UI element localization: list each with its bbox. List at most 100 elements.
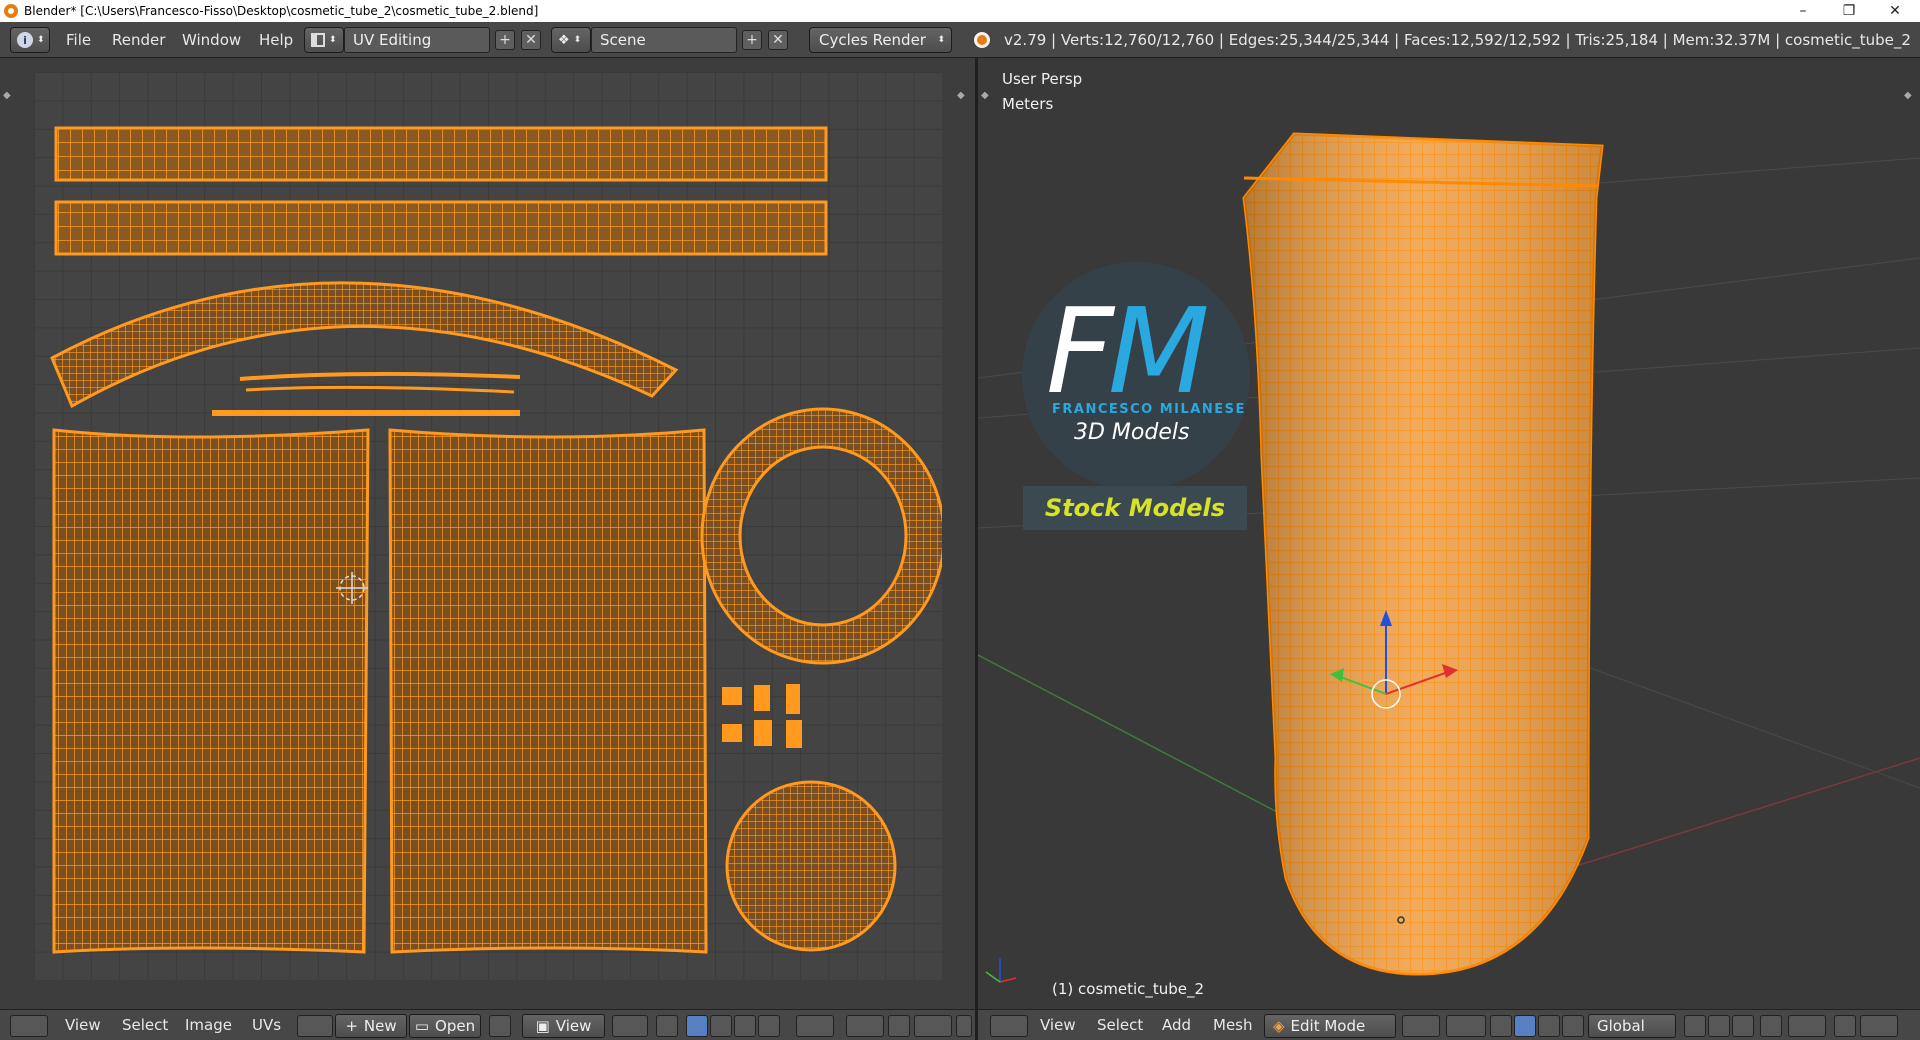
view-label: User Persp	[1002, 70, 1083, 88]
region-toggle-left-icon[interactable]: ◆	[3, 90, 11, 101]
add-scene-button[interactable]: +	[742, 30, 762, 50]
shading-mode-icon[interactable]	[1402, 1015, 1440, 1037]
render-engine-label: Cycles Render	[819, 31, 926, 49]
edit-mode-icon: ◈	[1273, 1017, 1285, 1035]
close-button[interactable]: ✕	[1872, 0, 1918, 22]
uv-image-editor[interactable]: ◆ ◆	[0, 58, 975, 1009]
scene-statistics: v2.79 | Verts:12,760/12,760 | Edges:25,3…	[1004, 31, 1911, 49]
face-select-icon[interactable]	[734, 1015, 756, 1037]
new-image-button[interactable]: + New	[335, 1014, 407, 1038]
remove-screen-button[interactable]: ✕	[521, 30, 541, 50]
viewport-scene	[978, 132, 1920, 983]
folder-icon: ▭	[414, 1017, 430, 1035]
orientation-label: Global	[1597, 1017, 1645, 1035]
x-axis-line	[1537, 757, 1920, 879]
screen-layout-browse[interactable]: ⬍	[304, 27, 344, 53]
region-toggle-left-icon[interactable]: ◆	[981, 90, 989, 101]
snap-element-icon[interactable]	[1860, 1015, 1898, 1037]
chevron-updown-icon: ⬍	[329, 35, 337, 45]
chevron-updown-icon: ⬍	[37, 35, 45, 45]
vertex-select-icon[interactable]	[686, 1015, 708, 1037]
logo-initials: FM	[1046, 282, 1210, 420]
info-icon: i	[17, 32, 33, 48]
vertex-select-mode-icon[interactable]	[1684, 1015, 1706, 1037]
window-title-bar: Blender* [C:\Users\Francesco-Fisso\Deskt…	[0, 0, 1920, 22]
sync-selection-icon[interactable]	[656, 1015, 678, 1037]
vp-menu-add[interactable]: Add	[1162, 1016, 1191, 1034]
plus-icon: +	[345, 1017, 358, 1035]
image-icon: ▣	[535, 1017, 550, 1035]
add-screen-button[interactable]: +	[495, 30, 515, 50]
pivot-point-icon[interactable]	[1446, 1015, 1486, 1037]
overflow-icon[interactable]	[956, 1015, 972, 1037]
vp-menu-mesh[interactable]: Mesh	[1213, 1016, 1253, 1034]
mode-label: Edit Mode	[1290, 1017, 1366, 1035]
vp-menu-select[interactable]: Select	[1097, 1016, 1143, 1034]
region-toggle-right-icon[interactable]: ◆	[1904, 90, 1912, 101]
region-toggle-right-icon[interactable]: ◆	[957, 90, 965, 101]
image-browse-button[interactable]	[297, 1015, 333, 1037]
scale-manipulator-icon[interactable]	[1562, 1015, 1584, 1037]
snap-icon[interactable]	[888, 1015, 910, 1037]
render-engine-dropdown[interactable]: Cycles Render ⬍	[809, 27, 952, 53]
translate-manipulator-icon[interactable]	[1514, 1015, 1536, 1037]
scene-browse[interactable]: ❖ ⬍	[551, 27, 591, 53]
vp-menu-view[interactable]: View	[1040, 1016, 1076, 1034]
editor-type-selector-uv[interactable]	[10, 1015, 48, 1037]
chevron-updown-icon: ⬍	[937, 35, 945, 45]
tube-shading	[1244, 134, 1602, 975]
remove-scene-button[interactable]: ✕	[768, 30, 788, 50]
uv-cap-disc	[725, 780, 897, 952]
pin-icon[interactable]	[489, 1015, 511, 1037]
snap-toggle-icon[interactable]	[1834, 1015, 1856, 1037]
face-select-mode-icon[interactable]	[1732, 1015, 1754, 1037]
editor-type-selector[interactable]: i ⬍	[10, 27, 50, 53]
uv-editor-header: View Select Image UVs + New ▭ Open ▣ View	[0, 1009, 975, 1040]
limit-selection-icon[interactable]	[1760, 1015, 1782, 1037]
maximize-button[interactable]: ❐	[1826, 0, 1872, 22]
menu-help[interactable]: Help	[259, 31, 293, 49]
layout-icon	[311, 33, 325, 47]
view-axis-icon	[985, 958, 1017, 983]
pivot-icon[interactable]	[612, 1015, 648, 1037]
uv-menu-view[interactable]: View	[65, 1016, 101, 1034]
active-object-label: (1) cosmetic_tube_2	[1052, 980, 1205, 998]
scene-field[interactable]: Scene	[591, 27, 737, 53]
island-select-icon[interactable]	[758, 1015, 780, 1037]
menu-render[interactable]: Render	[112, 31, 165, 49]
uv-piece-4	[722, 724, 742, 742]
window-title: Blender* [C:\Users\Francesco-Fisso\Deskt…	[24, 4, 539, 18]
proportional-editing-icon[interactable]	[1788, 1015, 1826, 1037]
blender-icon	[4, 4, 18, 18]
logo-tagline: 3D Models	[1074, 420, 1190, 445]
uv-islands	[50, 126, 946, 954]
units-label: Meters	[1002, 95, 1054, 113]
uv-menu-select[interactable]: Select	[122, 1016, 168, 1034]
uv-ring	[702, 409, 944, 663]
menu-file[interactable]: File	[66, 31, 91, 49]
uv-piece-2	[754, 685, 770, 711]
info-header: i ⬍ File Render Window Help ⬍ UV Editing…	[0, 22, 1920, 58]
sticky-mode-icon[interactable]	[796, 1015, 834, 1037]
menu-window[interactable]: Window	[182, 31, 241, 49]
transform-orientation-dropdown[interactable]: Global	[1588, 1014, 1676, 1038]
uv-menu-image[interactable]: Image	[185, 1016, 232, 1034]
uv-grid[interactable]	[34, 72, 946, 980]
3d-viewport[interactable]: User Persp Meters (1) cosmetic_tube_2 ◆ …	[978, 58, 1920, 1009]
uv-menu-uvs[interactable]: UVs	[252, 1016, 281, 1034]
edge-select-icon[interactable]	[710, 1015, 732, 1037]
open-image-button[interactable]: ▭ Open	[409, 1014, 481, 1038]
logo-name: FRANCESCO MILANESE	[1052, 402, 1246, 417]
manipulator-toggle-icon[interactable]	[1490, 1015, 1512, 1037]
3d-viewport-header: View Select Add Mesh ◈ Edit Mode Global	[978, 1009, 1920, 1040]
snap-target-icon[interactable]	[914, 1015, 952, 1037]
chevron-updown-icon: ⬍	[573, 35, 582, 45]
rotate-manipulator-icon[interactable]	[1538, 1015, 1560, 1037]
proportional-edit-icon[interactable]	[846, 1015, 884, 1037]
edge-select-mode-icon[interactable]	[1708, 1015, 1730, 1037]
uv-view-dropdown[interactable]: ▣ View	[522, 1014, 605, 1038]
screen-layout-field[interactable]: UV Editing	[344, 27, 490, 53]
minimize-button[interactable]: –	[1780, 0, 1826, 22]
editor-type-selector-3d[interactable]	[990, 1015, 1028, 1037]
mode-dropdown[interactable]: ◈ Edit Mode	[1264, 1014, 1396, 1038]
